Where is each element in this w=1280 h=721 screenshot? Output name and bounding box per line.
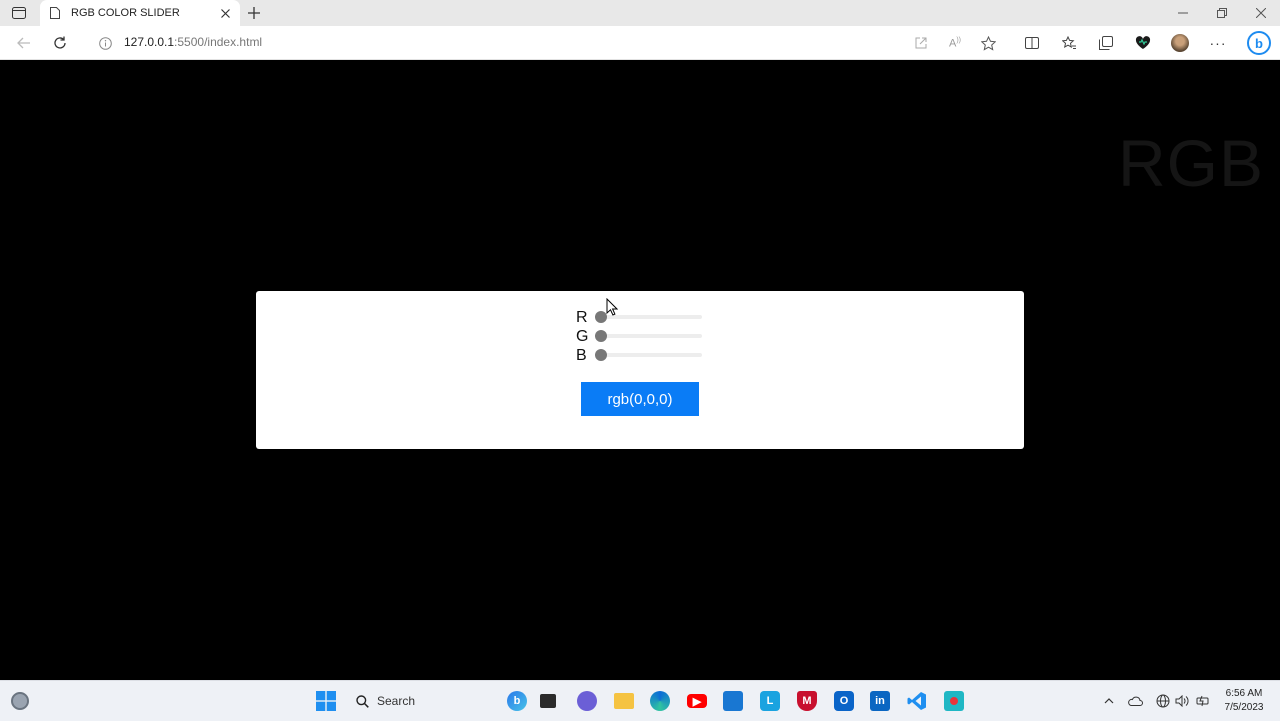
clock-time: 6:56 AM bbox=[1225, 688, 1263, 699]
weather-icon[interactable] bbox=[8, 689, 32, 713]
slider-r: R bbox=[574, 307, 714, 326]
linkedin-icon[interactable]: in bbox=[868, 689, 892, 713]
slider-g-track[interactable] bbox=[598, 334, 702, 338]
refresh-icon[interactable] bbox=[49, 32, 71, 54]
youtube-icon[interactable]: ▶ bbox=[685, 689, 709, 713]
new-tab-icon[interactable] bbox=[244, 3, 264, 23]
collections-icon[interactable] bbox=[1095, 32, 1117, 54]
search-label: Search bbox=[377, 694, 416, 708]
battery-icon[interactable] bbox=[1195, 693, 1211, 709]
folder-icon[interactable] bbox=[612, 689, 636, 713]
store-icon[interactable] bbox=[721, 689, 745, 713]
url-host: 127.0.0.1 bbox=[124, 35, 175, 49]
favorites-icon[interactable] bbox=[1058, 32, 1080, 54]
slider-g-label: G bbox=[576, 328, 589, 345]
page-viewport: RGB R G B rgb(0,0,0) bbox=[0, 60, 1280, 680]
slider-b-thumb[interactable] bbox=[595, 349, 607, 361]
mcafee-icon[interactable]: M bbox=[795, 689, 819, 713]
start-windows-icon[interactable] bbox=[314, 689, 338, 713]
slider-card: R G B rgb(0,0,0) bbox=[256, 291, 1024, 449]
minimize-icon[interactable] bbox=[1164, 0, 1202, 26]
more-options-icon[interactable]: ··· bbox=[1207, 32, 1229, 54]
back-icon[interactable] bbox=[13, 32, 35, 54]
favorite-star-icon[interactable] bbox=[977, 32, 999, 54]
screen-recorder-icon[interactable] bbox=[942, 689, 966, 713]
system-clock[interactable]: 6:56 AM 7/5/2023 bbox=[1216, 687, 1272, 715]
slider-b: B bbox=[574, 345, 714, 364]
slider-r-label: R bbox=[576, 309, 588, 326]
onedrive-icon[interactable] bbox=[1127, 693, 1143, 709]
tab-title: RGB COLOR SLIDER bbox=[71, 7, 180, 19]
rgb-value-button[interactable]: rgb(0,0,0) bbox=[581, 382, 699, 416]
close-window-icon[interactable] bbox=[1242, 0, 1280, 26]
page-icon bbox=[50, 6, 62, 20]
slider-b-label: B bbox=[576, 347, 587, 364]
active-tab[interactable]: RGB COLOR SLIDER bbox=[40, 0, 240, 26]
outlook-icon[interactable]: O bbox=[832, 689, 856, 713]
url-path: :5500/index.html bbox=[174, 35, 263, 49]
volume-icon[interactable] bbox=[1174, 693, 1190, 709]
profile-avatar[interactable] bbox=[1169, 32, 1191, 54]
vscode-icon[interactable] bbox=[905, 689, 929, 713]
mouse-cursor-icon bbox=[606, 298, 618, 316]
taskbar-search[interactable]: Search bbox=[348, 688, 528, 714]
site-info-icon[interactable] bbox=[94, 32, 116, 54]
read-aloud-icon[interactable]: A)) bbox=[944, 32, 966, 54]
taskbar: Search b ▶ L M O in 6:56 AM 7/5/2023 bbox=[0, 680, 1280, 721]
open-in-app-icon[interactable] bbox=[910, 32, 932, 54]
network-icon[interactable] bbox=[1155, 693, 1171, 709]
extension-icon[interactable] bbox=[1132, 32, 1154, 54]
copilot-icon[interactable]: b bbox=[505, 689, 529, 713]
browser-toolbar: 127.0.0.1:5500/index.html A)) ··· b bbox=[0, 26, 1280, 60]
slider-g: G bbox=[574, 326, 714, 345]
slider-g-thumb[interactable] bbox=[595, 330, 607, 342]
clock-date: 7/5/2023 bbox=[1224, 702, 1264, 713]
slider-b-track[interactable] bbox=[598, 353, 702, 357]
close-tab-icon[interactable] bbox=[216, 4, 234, 22]
file-explorer-icon[interactable] bbox=[536, 689, 560, 713]
rgb-watermark: RGB bbox=[1118, 126, 1265, 200]
bing-copilot-icon[interactable]: b bbox=[1246, 30, 1272, 56]
teams-icon[interactable] bbox=[575, 689, 599, 713]
restore-icon[interactable] bbox=[1203, 0, 1241, 26]
show-hidden-icons-icon[interactable] bbox=[1101, 693, 1117, 709]
address-bar[interactable]: 127.0.0.1:5500/index.html bbox=[124, 35, 262, 49]
l-app-icon[interactable]: L bbox=[758, 689, 782, 713]
split-screen-icon[interactable] bbox=[1021, 32, 1043, 54]
edge-icon[interactable] bbox=[648, 689, 672, 713]
tab-strip: RGB COLOR SLIDER bbox=[0, 0, 1280, 26]
search-icon bbox=[356, 694, 369, 708]
tab-actions-icon[interactable] bbox=[8, 4, 30, 22]
